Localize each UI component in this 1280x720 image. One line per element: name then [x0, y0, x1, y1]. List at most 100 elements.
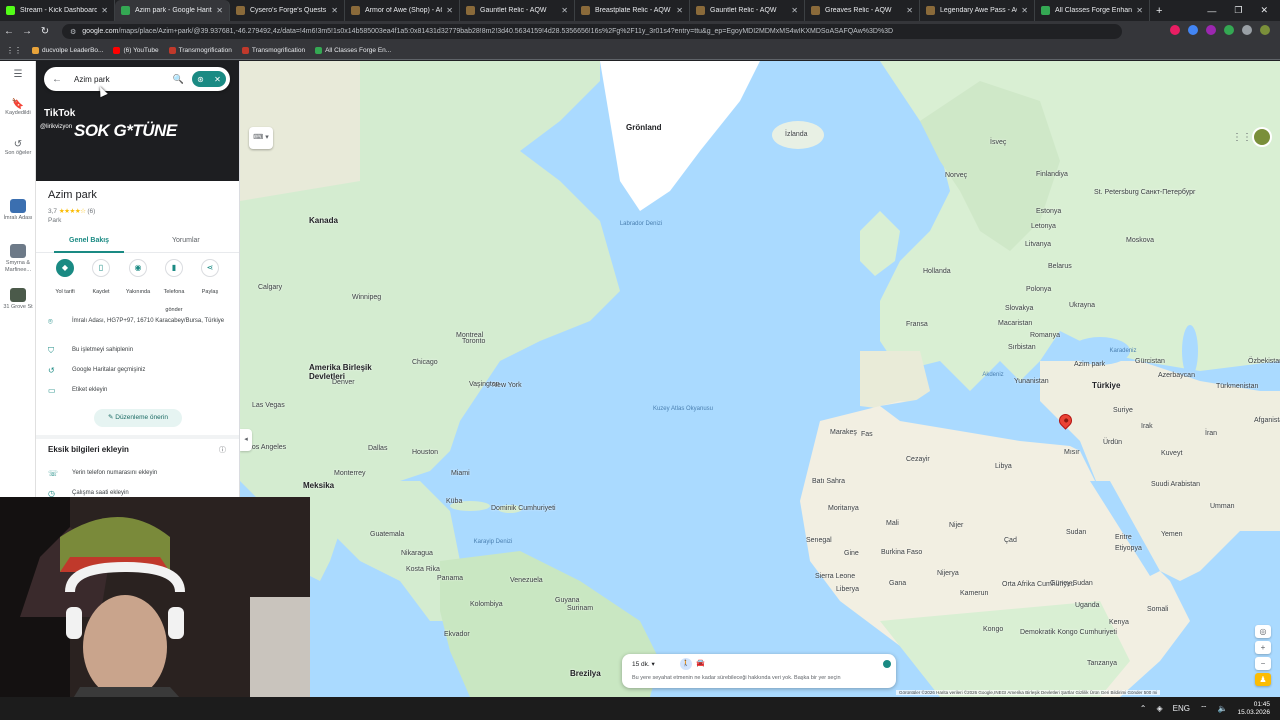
map-label[interactable]: Etiyopya [1115, 545, 1142, 552]
bookmark-item[interactable]: (6) YouTube [113, 47, 159, 54]
map-label[interactable]: Marakeş [830, 429, 857, 436]
map-label[interactable]: Slovakya [1005, 305, 1033, 312]
browser-tab[interactable]: Legendary Awe Pass - AQW ✕ [920, 0, 1035, 21]
rail-history-item[interactable]: 31 Grove St [0, 288, 36, 311]
map-label[interactable]: Guyana [555, 597, 580, 604]
browser-tab[interactable]: Stream - Kick Dashboard ✕ [0, 0, 115, 21]
close-tab-icon[interactable]: ✕ [791, 6, 798, 15]
map-label[interactable]: Ekvador [444, 631, 470, 638]
map-label[interactable]: Cezayir [906, 456, 930, 463]
walking-mode-icon[interactable]: 🚶 [680, 658, 692, 670]
rail-history-item[interactable]: Smyrna & Marfinee... [0, 244, 36, 274]
map-label[interactable]: Guatemala [370, 531, 404, 538]
map-label[interactable]: Demokratik Kongo Cumhuriyeti [1020, 629, 1117, 636]
address-row[interactable]: ⌾ İmralı Adası, HG7P+97, 16710 Karacabey/… [48, 317, 230, 327]
map-label[interactable]: Kongo [983, 626, 1003, 633]
map-label[interactable]: Suriye [1113, 407, 1133, 414]
close-window-icon[interactable]: ✕ [1260, 5, 1268, 16]
map-label[interactable]: Sierra Leone [815, 573, 855, 580]
add-hours-row[interactable]: ◷ Çalışma saati ekleyin [48, 489, 230, 497]
layers-toggle-icon[interactable]: ⌨ ▾ [249, 127, 273, 149]
map-label[interactable]: Kuzey Atlas Okyanusu [648, 406, 718, 412]
map-label[interactable]: St. Petersburg Санкт-Петербург [1094, 189, 1196, 196]
apps-grid-icon[interactable]: ⋮⋮ [6, 46, 22, 55]
map-label[interactable]: Uganda [1075, 602, 1100, 609]
my-location-icon[interactable]: ◎ [1255, 625, 1271, 638]
travel-toggle[interactable] [883, 660, 891, 668]
close-tab-icon[interactable]: ✕ [561, 6, 568, 15]
chevron-up-icon[interactable]: ⌃ [1140, 704, 1147, 713]
suggest-edit-button[interactable]: ✎ Düzenleme önerin [94, 409, 182, 427]
extension-icon[interactable] [1188, 25, 1198, 35]
map-label[interactable]: Küba [446, 498, 462, 505]
map-label[interactable]: Denver [332, 379, 355, 386]
forward-icon[interactable]: → [18, 26, 36, 37]
address-bar[interactable]: ⚙ google.com/maps/place/Azim+park/@39.93… [62, 24, 1122, 39]
map-label[interactable]: Grönland [626, 123, 696, 132]
close-icon[interactable]: ✕ [214, 75, 221, 84]
map-label[interactable]: Yemen [1161, 531, 1183, 538]
close-tab-icon[interactable]: ✕ [446, 6, 453, 15]
map-label[interactable]: Çad [1004, 537, 1017, 544]
map-label[interactable]: Letonya [1031, 223, 1056, 230]
map-label[interactable]: Toronto [462, 338, 485, 345]
map-label[interactable]: Gine [844, 550, 859, 557]
map-label[interactable]: Suudi Arabistan [1151, 481, 1200, 488]
share-button[interactable]: ⋖ Paylaş [191, 259, 229, 298]
search-icon[interactable]: 🔍 [173, 74, 184, 85]
map-label[interactable]: Karayip Denizi [458, 539, 528, 545]
map-label[interactable]: Venezuela [510, 577, 543, 584]
map-label[interactable]: İran [1205, 430, 1217, 437]
map-label[interactable]: Hollanda [923, 268, 951, 275]
directions-icon[interactable]: ⊛ [197, 75, 204, 84]
map-label[interactable]: Chicago [412, 359, 438, 366]
lang-indicator[interactable]: ENG [1173, 704, 1190, 713]
place-rating[interactable]: 3,7 ★★★★☆ (6) [48, 207, 95, 215]
extension-icon[interactable] [1170, 25, 1180, 35]
label-row[interactable]: ▭ Etiket ekleyin [48, 386, 230, 395]
system-clock[interactable]: 01:45 15.03.2026 [1237, 701, 1270, 717]
close-tab-icon[interactable]: ✕ [216, 6, 223, 15]
send-to-phone-button[interactable]: ▮ Telefona gönder [155, 259, 193, 316]
place-category[interactable]: Park [48, 217, 61, 224]
map-label[interactable]: Ukrayna [1069, 302, 1095, 309]
map-label[interactable]: İsveç [990, 139, 1006, 146]
extensions-puzzle-icon[interactable] [1242, 25, 1252, 35]
map-label[interactable]: Polonya [1026, 286, 1051, 293]
street-view-pegman-icon[interactable]: ♟ [1255, 673, 1271, 686]
close-tab-icon[interactable]: ✕ [906, 6, 913, 15]
browser-tab[interactable]: Azim park - Google Haritalar ✕ [115, 0, 230, 21]
close-tab-icon[interactable]: ✕ [676, 6, 683, 15]
map-label[interactable]: Özbekistan [1248, 358, 1280, 365]
travel-time-select[interactable]: 15 dk. ▾ [632, 660, 655, 668]
map-label[interactable]: Fas [861, 431, 873, 438]
map-label[interactable]: Liberya [836, 586, 859, 593]
map-label[interactable]: Yunanistan [1014, 378, 1049, 385]
extension-icon[interactable] [1206, 25, 1216, 35]
close-tab-icon[interactable]: ✕ [331, 6, 338, 15]
zoom-in-button[interactable]: + [1255, 641, 1271, 654]
map-label[interactable]: Nikaragua [401, 550, 433, 557]
browser-tab[interactable]: Cysero's Forge's Quests - AQ ✕ [230, 0, 345, 21]
map-label[interactable]: Burkina Faso [881, 549, 922, 556]
map-label[interactable]: Eritre [1115, 534, 1132, 541]
map-label[interactable]: Houston [412, 449, 438, 456]
help-icon[interactable]: ⓘ [219, 445, 226, 455]
browser-tab[interactable]: Armor of Awe (Shop) - AQW ✕ [345, 0, 460, 21]
close-tab-icon[interactable]: ✕ [1136, 6, 1143, 15]
back-icon[interactable]: ← [0, 26, 18, 37]
new-tab-icon[interactable]: + [1156, 5, 1162, 17]
map-label[interactable]: Gürcistan [1135, 358, 1165, 365]
profile-avatar-icon[interactable] [1260, 25, 1270, 35]
directions-button[interactable]: ◆ Yol tarifi [46, 259, 84, 298]
network-icon[interactable]: ◈ [1156, 704, 1162, 713]
menu-icon[interactable]: ☰ [0, 70, 36, 80]
browser-tab[interactable]: Gauntlet Relic - AQW ✕ [460, 0, 575, 21]
tab-reviews[interactable]: Yorumlar [172, 237, 200, 244]
map-label[interactable]: Kolombiya [470, 601, 503, 608]
map-label[interactable]: Moskova [1126, 237, 1154, 244]
bookmark-item[interactable]: Transmogrification [168, 47, 232, 54]
bookmark-item[interactable]: Transmogrification [241, 47, 305, 54]
map-label[interactable]: Romanya [1030, 332, 1060, 339]
map-label[interactable]: Estonya [1036, 208, 1061, 215]
